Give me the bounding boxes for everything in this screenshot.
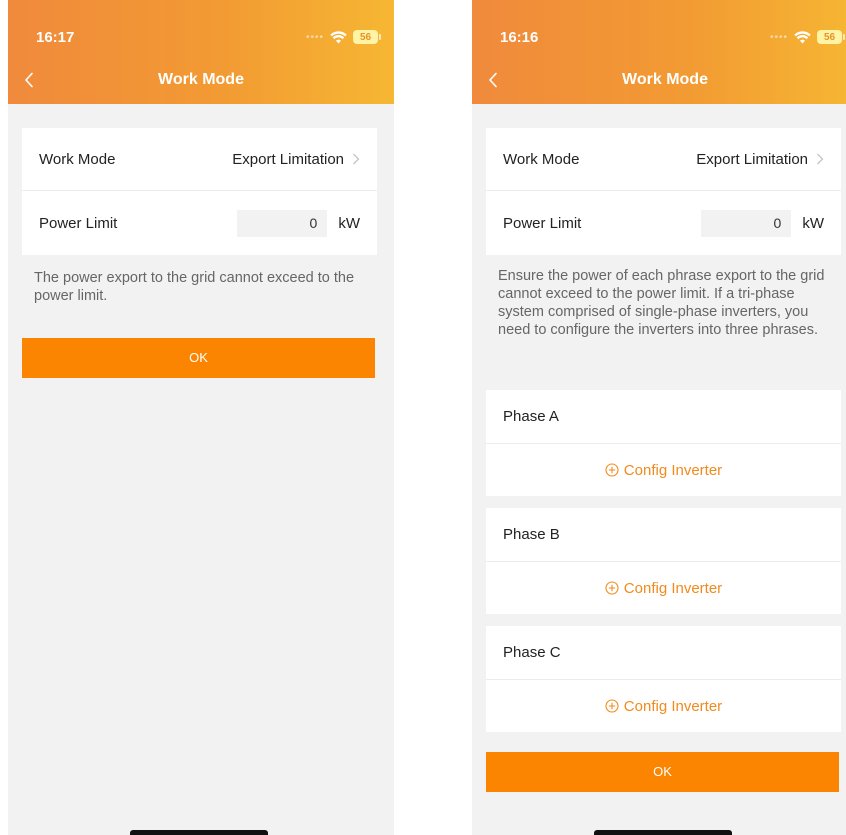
power-limit-row: Power Limit 0 kW bbox=[22, 192, 377, 255]
circle-plus-icon bbox=[605, 699, 619, 713]
battery-icon: 56 bbox=[817, 30, 845, 44]
phase-c-card: Phase C Config Inverter bbox=[486, 626, 841, 732]
work-mode-value: Export Limitation bbox=[696, 150, 808, 168]
phone-screen-left: 16:17 •••• 56 Work Mode Work Mode Export… bbox=[8, 0, 394, 835]
page-title: Work Mode bbox=[158, 71, 244, 88]
circle-plus-icon bbox=[605, 581, 619, 595]
wifi-icon bbox=[330, 30, 347, 43]
power-limit-input[interactable]: 0 bbox=[701, 210, 792, 237]
status-icons: •••• 56 bbox=[769, 29, 845, 45]
header-bar: 16:16 •••• 56 Work Mode bbox=[472, 0, 846, 104]
chevron-right-icon bbox=[817, 153, 824, 165]
config-inverter-label: Config Inverter bbox=[623, 697, 723, 715]
work-mode-value-group: Export Limitation bbox=[232, 151, 360, 168]
chevron-right-icon bbox=[353, 153, 360, 165]
power-limit-input[interactable]: 0 bbox=[237, 210, 328, 237]
work-mode-value: Export Limitation bbox=[232, 150, 344, 168]
ok-button[interactable]: OK bbox=[22, 338, 375, 378]
config-inverter-label: Config Inverter bbox=[623, 461, 723, 479]
config-inverter-phase-a-button[interactable]: Config Inverter bbox=[486, 444, 841, 496]
work-mode-label: Work Mode bbox=[39, 150, 116, 168]
page-title: Work Mode bbox=[622, 71, 708, 88]
circle-plus-icon bbox=[605, 463, 619, 477]
phone-screen-right: 16:16 •••• 56 Work Mode Work Mode Export… bbox=[472, 0, 846, 835]
phase-c-label: Phase C bbox=[503, 644, 561, 661]
description-text: Ensure the power of each phrase export t… bbox=[498, 268, 825, 338]
work-mode-row[interactable]: Work Mode Export Limitation bbox=[486, 128, 841, 191]
power-limit-label: Power Limit bbox=[39, 215, 118, 232]
power-limit-unit: kW bbox=[802, 215, 824, 232]
battery-icon: 56 bbox=[353, 30, 381, 44]
settings-card: Work Mode Export Limitation Power Limit … bbox=[486, 128, 841, 255]
status-time: 16:16 bbox=[500, 29, 539, 46]
signal-icon: •••• bbox=[305, 31, 324, 43]
header-bar: 16:17 •••• 56 Work Mode bbox=[8, 0, 394, 104]
work-mode-value-group: Export Limitation bbox=[696, 151, 824, 168]
config-inverter-phase-b-button[interactable]: Config Inverter bbox=[486, 562, 841, 614]
phase-a-label: Phase A bbox=[503, 408, 559, 425]
power-limit-row: Power Limit 0 kW bbox=[486, 192, 841, 255]
phase-a-card: Phase A Config Inverter bbox=[486, 390, 841, 496]
status-time: 16:17 bbox=[36, 29, 75, 46]
power-limit-label: Power Limit bbox=[503, 215, 582, 232]
home-indicator bbox=[130, 830, 268, 835]
power-limit-unit: kW bbox=[338, 215, 360, 232]
home-indicator bbox=[594, 830, 732, 835]
ok-button[interactable]: OK bbox=[486, 752, 839, 792]
phase-b-label: Phase B bbox=[503, 526, 560, 543]
status-icons: •••• 56 bbox=[305, 29, 381, 45]
phase-b-card: Phase B Config Inverter bbox=[486, 508, 841, 614]
signal-icon: •••• bbox=[769, 31, 788, 43]
work-mode-row[interactable]: Work Mode Export Limitation bbox=[22, 128, 377, 191]
description-text: The power export to the grid cannot exce… bbox=[34, 270, 355, 304]
settings-card: Work Mode Export Limitation Power Limit … bbox=[22, 128, 377, 255]
wifi-icon bbox=[794, 30, 811, 43]
work-mode-label: Work Mode bbox=[503, 150, 580, 168]
config-inverter-phase-c-button[interactable]: Config Inverter bbox=[486, 680, 841, 732]
config-inverter-label: Config Inverter bbox=[623, 579, 723, 597]
